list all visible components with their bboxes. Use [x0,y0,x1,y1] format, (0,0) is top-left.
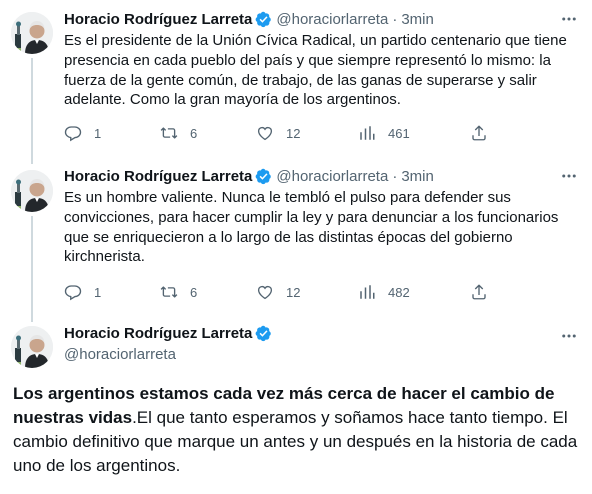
separator-dot: · [392,167,398,185]
views-button[interactable]: 482 [358,282,410,302]
thread-line [31,216,33,322]
tweet-text: Es el presidente de la Unión Cívica Radi… [64,32,567,109]
share-icon [470,283,488,301]
reply-count: 1 [94,125,102,141]
main-tweet-author: Horacio Rodríguez Larreta [64,323,276,343]
verified-badge-icon [255,325,272,342]
tweet-actions: 1 6 12 461 [64,123,494,143]
main-tweet-text: Los argentinos estamos cada vez más cerc… [13,382,583,478]
heart-icon [256,283,274,301]
retweet-count: 6 [190,284,198,300]
more-options-icon[interactable] [559,9,579,29]
view-count: 461 [388,125,410,141]
view-count: 482 [388,284,410,300]
tweet-time[interactable]: 3min [401,11,434,28]
views-button[interactable]: 461 [358,123,410,143]
thread-line [31,58,33,164]
retweet-button[interactable]: 6 [160,282,197,302]
share-icon [470,124,488,142]
tweet-1[interactable]: Horacio Rodríguez Larreta @horaciorlarre… [0,0,592,164]
verified-badge-icon [255,168,272,185]
share-button[interactable] [470,123,488,143]
avatar[interactable] [11,170,53,212]
reply-button[interactable]: 1 [64,282,101,302]
retweet-count: 6 [190,125,198,141]
reply-count: 1 [94,284,102,300]
views-icon [358,124,376,142]
like-count: 12 [286,284,301,300]
tweet-actions: 1 6 12 482 [64,282,494,302]
author-name[interactable]: Horacio Rodríguez Larreta [64,325,252,342]
views-icon [358,283,376,301]
retweet-icon [160,283,178,301]
author-name[interactable]: Horacio Rodríguez Larreta [64,11,252,28]
more-options-icon[interactable] [559,326,579,346]
tweet-2[interactable]: Horacio Rodríguez Larreta @horaciorlarre… [0,158,592,322]
main-tweet-handle-row: @horaciorlarreta [64,344,176,364]
author-name[interactable]: Horacio Rodríguez Larreta [64,168,252,185]
like-button[interactable]: 12 [256,123,300,143]
avatar[interactable] [11,12,53,54]
author-handle[interactable]: @horaciorlarreta [64,346,176,363]
reply-icon [64,283,82,301]
reply-icon [64,124,82,142]
share-button[interactable] [470,282,488,302]
like-button[interactable]: 12 [256,282,300,302]
reply-button[interactable]: 1 [64,123,101,143]
more-options-icon[interactable] [559,166,579,186]
tweet-time[interactable]: 3min [401,168,434,185]
retweet-icon [160,124,178,142]
main-tweet: Horacio Rodríguez Larreta @horaciorlarre… [0,316,592,494]
avatar[interactable] [11,326,53,368]
heart-icon [256,124,274,142]
author-handle[interactable]: @horaciorlarreta [276,11,388,28]
tweet-header: Horacio Rodríguez Larreta @horaciorlarre… [64,9,434,29]
author-handle[interactable]: @horaciorlarreta [276,168,388,185]
separator-dot: · [392,10,398,28]
tweet-text: Es un hombre valiente. Nunca le tembló e… [64,189,559,266]
tweet-header: Horacio Rodríguez Larreta @horaciorlarre… [64,166,434,186]
retweet-button[interactable]: 6 [160,123,197,143]
like-count: 12 [286,125,301,141]
verified-badge-icon [255,11,272,28]
